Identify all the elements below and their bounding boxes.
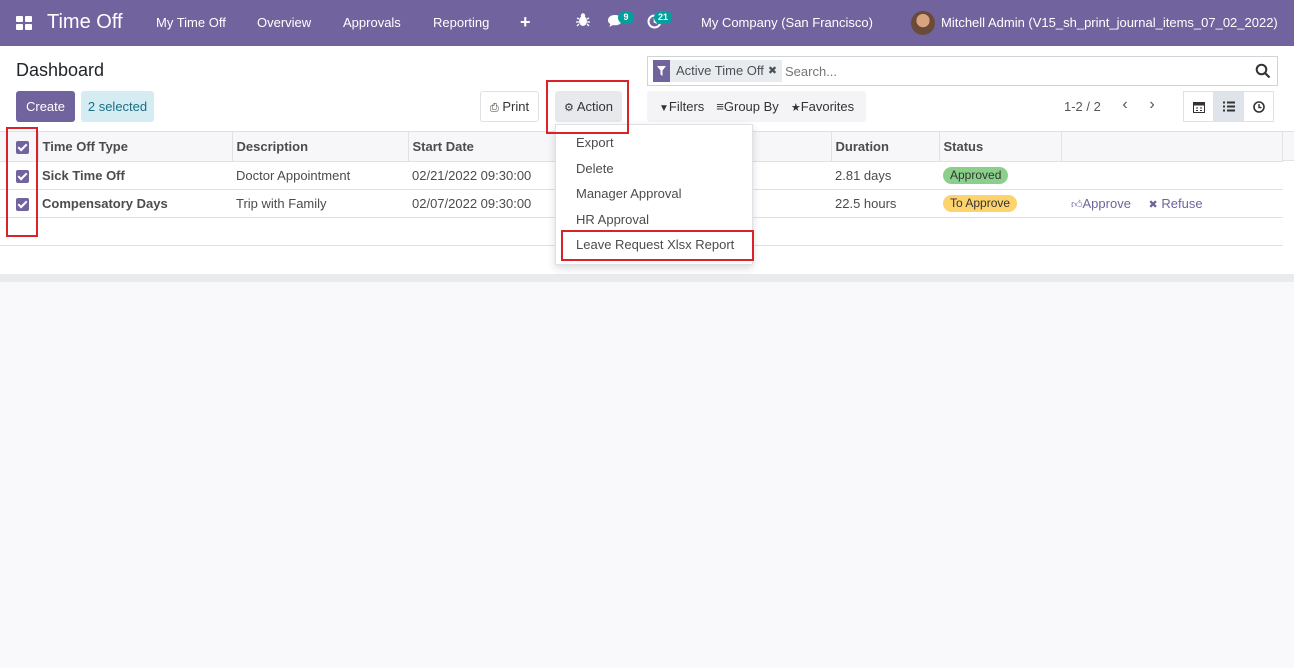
status-badge: Approved — [943, 166, 1009, 184]
company-switcher[interactable]: My Company (San Francisco) — [701, 15, 873, 30]
checkbox-icon — [16, 169, 29, 183]
menu-approvals[interactable]: Approvals — [343, 15, 401, 30]
filters-label: Filters — [668, 99, 705, 114]
pager-value[interactable]: 1-2 / 2 — [1064, 99, 1101, 114]
activities-count-badge: 21 — [654, 11, 673, 24]
status-badge: To Approve — [943, 194, 1018, 212]
groupby-dropdown[interactable]: ≡Group By — [710, 99, 785, 114]
list-view-button[interactable] — [1213, 91, 1244, 122]
remove-facet-icon[interactable]: ✖ — [768, 60, 782, 82]
apps-menu-icon[interactable] — [16, 16, 32, 30]
selected-count-badge[interactable]: 2 selected — [81, 91, 154, 122]
create-button[interactable]: Create — [16, 91, 75, 122]
view-switcher — [1183, 91, 1274, 122]
approve-button[interactable]: 👍︎Approve — [1071, 196, 1131, 211]
row-checkbox[interactable] — [0, 189, 38, 218]
refuse-button[interactable]: ✖ Refuse — [1149, 196, 1203, 211]
list-icon — [1222, 101, 1235, 112]
pager-previous-icon[interactable]: ‹ — [1117, 97, 1133, 114]
activity-icon — [1252, 100, 1265, 113]
menu-item-leave-request-xlsx-report[interactable]: Leave Request Xlsx Report — [576, 237, 734, 252]
action-dropdown-menu: Export Delete Manager Approval HR Approv… — [555, 124, 753, 265]
cell-actions — [1061, 161, 1283, 190]
filter-icon: ▼ — [659, 103, 669, 114]
pager-next-icon[interactable]: › — [1144, 97, 1160, 114]
star-icon: ★ — [790, 102, 801, 114]
checkbox-icon — [16, 197, 29, 211]
user-menu[interactable]: Mitchell Admin (V15_sh_print_journal_ite… — [941, 15, 1278, 30]
header-actions — [1061, 132, 1283, 162]
menu-item-hr-approval[interactable]: HR Approval — [576, 212, 649, 227]
calendar-view-button[interactable] — [1183, 91, 1214, 122]
cell-description: Trip with Family — [232, 189, 408, 218]
messages-count-badge: 9 — [618, 11, 634, 24]
cell-description: Doctor Appointment — [232, 161, 408, 190]
cell-duration: 22.5 hours — [831, 189, 939, 218]
checkbox-icon — [16, 140, 29, 154]
printer-icon: ⎙ — [489, 102, 499, 114]
action-label: Action — [576, 99, 613, 114]
cell-status: To Approve — [939, 189, 1061, 218]
top-navbar: Time Off My Time Off Overview Approvals … — [0, 0, 1294, 46]
activity-view-button[interactable] — [1243, 91, 1274, 122]
cell-duration: 2.81 days — [831, 161, 939, 190]
header-time-off-type[interactable]: Time Off Type — [38, 132, 233, 162]
header-status[interactable]: Status — [939, 132, 1062, 162]
table-scroll-edge — [1283, 132, 1294, 161]
favorites-label: Favorites — [800, 99, 855, 114]
menu-my-time-off[interactable]: My Time Off — [156, 15, 226, 30]
plus-icon[interactable]: + — [520, 12, 531, 33]
cell-time-off-type: Compensatory Days — [38, 189, 232, 218]
bars-icon: ≡ — [716, 99, 724, 114]
close-icon: ✖ — [1148, 198, 1158, 211]
approve-label: Approve — [1082, 195, 1131, 211]
select-all-checkbox[interactable] — [0, 132, 39, 162]
header-duration[interactable]: Duration — [831, 132, 940, 162]
menu-overview[interactable]: Overview — [257, 15, 311, 30]
control-panel: Dashboard Create 2 selected ⎙ Print ⚙ Ac… — [0, 46, 1294, 132]
cell-actions: 👍︎Approve ✖ Refuse — [1061, 189, 1283, 218]
filter-icon — [653, 60, 670, 82]
filters-dropdown[interactable]: ▼Filters — [653, 99, 710, 114]
row-checkbox[interactable] — [0, 161, 38, 190]
cell-time-off-type: Sick Time Off — [38, 161, 232, 190]
page-title: Dashboard — [16, 60, 105, 80]
search-icon[interactable] — [1255, 63, 1271, 79]
menu-item-delete[interactable]: Delete — [576, 161, 614, 176]
menu-reporting[interactable]: Reporting — [433, 15, 489, 30]
print-label: Print — [502, 99, 530, 114]
menu-item-export[interactable]: Export — [576, 135, 614, 150]
facet-label: Active Time Off — [676, 63, 764, 78]
calendar-icon — [1192, 101, 1205, 113]
bug-icon[interactable] — [576, 12, 590, 32]
refuse-label: Refuse — [1161, 195, 1203, 211]
groupby-label: Group By — [723, 99, 779, 114]
app-title[interactable]: Time Off — [47, 11, 123, 34]
thumbs-up-icon: 👍︎ — [1071, 198, 1083, 211]
action-button[interactable]: ⚙ Action — [555, 91, 622, 122]
search-bar: Active Time Off ✖ — [647, 56, 1278, 86]
gear-icon: ⚙ — [564, 102, 574, 114]
menu-item-manager-approval[interactable]: Manager Approval — [576, 186, 682, 201]
header-description[interactable]: Description — [232, 132, 409, 162]
print-button[interactable]: ⎙ Print — [480, 91, 539, 122]
search-options: ▼Filters ≡Group By ★Favorites — [647, 91, 867, 122]
user-avatar[interactable] — [911, 11, 935, 35]
search-input[interactable] — [785, 61, 1235, 81]
favorites-dropdown[interactable]: ★Favorites — [785, 99, 860, 114]
cell-status: Approved — [939, 161, 1061, 190]
search-facet: Active Time Off ✖ — [653, 60, 783, 82]
